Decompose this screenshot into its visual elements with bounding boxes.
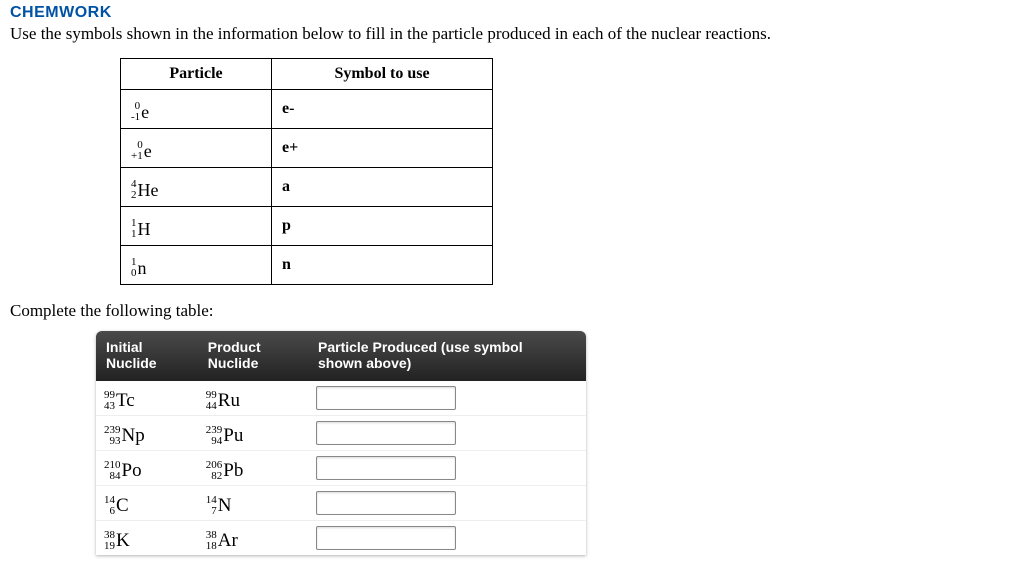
symtable-symbol: p	[272, 207, 493, 246]
symtable-body: 0-1ee-0+1ee+42Hea11Hp10nn	[121, 90, 493, 285]
particle-input[interactable]	[316, 456, 456, 480]
anstable-row: 21084Po20682Pb	[96, 450, 586, 485]
product-nuclide: 20682Pb	[198, 450, 308, 485]
particle-input[interactable]	[316, 526, 456, 550]
symtable-particle: 0+1e	[121, 129, 272, 168]
particle-input[interactable]	[316, 386, 456, 410]
symtable-particle: 0-1e	[121, 90, 272, 129]
product-nuclide: 147N	[198, 485, 308, 520]
symtable-row: 11Hp	[121, 207, 493, 246]
initial-nuclide: 23993Np	[96, 415, 198, 450]
anstable-row: 9943Tc9944Ru	[96, 381, 586, 415]
product-nuclide: 9944Ru	[198, 381, 308, 415]
complete-label: Complete the following table:	[10, 301, 1014, 321]
symtable-row: 0+1ee+	[121, 129, 493, 168]
symtable-row: 0-1ee-	[121, 90, 493, 129]
product-nuclide: 3818Ar	[198, 520, 308, 555]
answer-cell	[308, 415, 586, 450]
symtable-symbol: n	[272, 246, 493, 285]
initial-nuclide: 146C	[96, 485, 198, 520]
answer-cell	[308, 450, 586, 485]
product-nuclide: 23994Pu	[198, 415, 308, 450]
anstable-header-initial: InitialNuclide	[96, 331, 198, 381]
initial-nuclide: 21084Po	[96, 450, 198, 485]
symtable-row: 42Hea	[121, 168, 493, 207]
answer-cell	[308, 381, 586, 415]
symtable-symbol: e+	[272, 129, 493, 168]
answer-cell	[308, 520, 586, 555]
anstable-row: 146C147N	[96, 485, 586, 520]
particle-input[interactable]	[316, 421, 456, 445]
symtable-particle: 42He	[121, 168, 272, 207]
symtable-header-particle: Particle	[121, 59, 272, 90]
symbol-reference-table: Particle Symbol to use 0-1ee-0+1ee+42Hea…	[120, 58, 493, 285]
symtable-particle: 10n	[121, 246, 272, 285]
particle-input[interactable]	[316, 491, 456, 515]
answer-cell	[308, 485, 586, 520]
brand-title: CHEMWORK	[10, 4, 1014, 22]
anstable-body: 9943Tc9944Ru23993Np23994Pu21084Po20682Pb…	[96, 381, 586, 555]
symtable-particle: 11H	[121, 207, 272, 246]
answer-table: InitialNuclide ProductNuclide Particle P…	[96, 331, 586, 555]
anstable-header-answer: Particle Produced (use symbolshown above…	[308, 331, 586, 381]
anstable-header-product: ProductNuclide	[198, 331, 308, 381]
symtable-symbol: a	[272, 168, 493, 207]
anstable-row: 23993Np23994Pu	[96, 415, 586, 450]
anstable-row: 3819K3818Ar	[96, 520, 586, 555]
instruction-text: Use the symbols shown in the information…	[10, 24, 1014, 44]
symtable-row: 10nn	[121, 246, 493, 285]
initial-nuclide: 3819K	[96, 520, 198, 555]
symtable-symbol: e-	[272, 90, 493, 129]
symtable-header-symbol: Symbol to use	[272, 59, 493, 90]
initial-nuclide: 9943Tc	[96, 381, 198, 415]
